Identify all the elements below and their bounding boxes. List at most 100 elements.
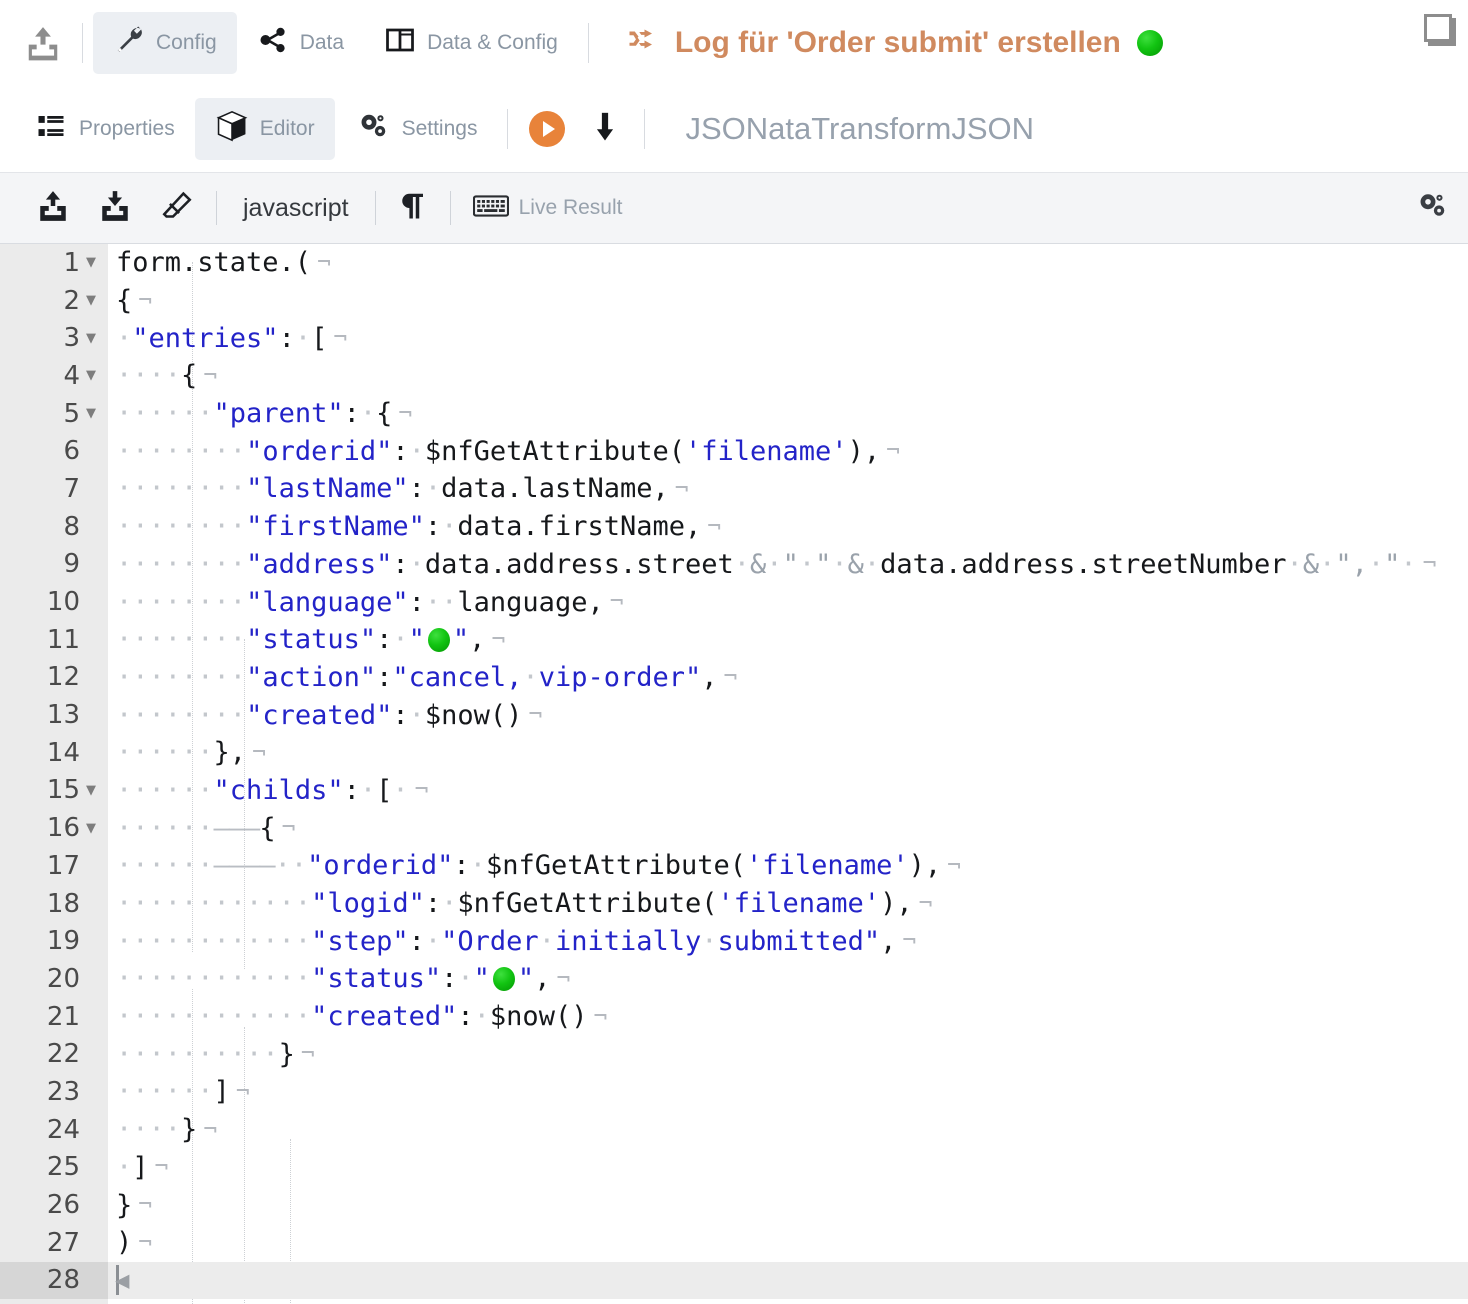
editor-toolbar-divider-2 [374,191,376,225]
live-result-toggle[interactable]: Live Result [459,182,637,234]
code-token-plain: ] [132,1151,149,1183]
fold-chevron-down-icon[interactable]: ▼ [80,332,102,345]
code-token-key: "language" [246,586,409,618]
import-file-button[interactable] [22,182,84,234]
code-line[interactable]: 15 ▼ ····· · "childs": ·[· ¬ [0,772,1468,810]
code-line[interactable]: 1 ▼ form.state.(¬ [0,244,1468,282]
code-token-ws: · [469,850,486,882]
code-line[interactable]: 12 ······· · "action": "cancel, · vip-order", ¬ [0,659,1468,697]
code-line[interactable]: 11 ······· · "status": · " ", ¬ [0,621,1468,659]
code-line[interactable]: 14 ····· ·}, ¬ [0,734,1468,772]
toggle-invisibles-button[interactable] [384,182,442,234]
sidebar-item-editor[interactable]: Editor [194,98,335,160]
code-lines[interactable]: 1 ▼ form.state.(¬ 2 ▼{¬ 3 ▼ · "entries": ·[¬ 4 ▼ ···… [0,244,1468,1304]
newline-mark-icon: ¬ [707,513,722,540]
code-line[interactable]: 22 ········· ·} ¬ [0,1035,1468,1073]
code-token-plain: { [116,285,133,317]
code-line[interactable]: 9 ······· · "address": · data.address.street ·… [0,546,1468,584]
editor-settings-button[interactable] [1414,190,1450,227]
code-line[interactable]: 16 ▼ ····· · ———{¬ [0,809,1468,847]
code-line[interactable]: 28 ◀ [0,1261,1468,1300]
code-line[interactable]: 18 ··········· · "logid": · $nfGetAttribute('… [0,885,1468,923]
line-number: 11 [46,624,80,655]
code-line[interactable]: 4 ▼ ··· ·{¬ [0,357,1468,395]
code-token-plain: : [376,661,393,693]
code-token-plain: { [259,812,276,844]
sidebar-item-settings[interactable]: Settings [335,98,498,160]
code-token-ws: · [229,586,247,618]
fold-chevron-down-icon[interactable]: ▼ [80,407,102,420]
code-token-plain: : [408,925,425,957]
fold-chevron-down-icon[interactable]: ▼ [80,294,102,307]
code-line[interactable]: 20 ··········· · "status": · " ", ¬ [0,960,1468,998]
code-line-text: ····· ·}, ¬ [108,734,1468,772]
code-line[interactable]: 23 ····· ·] ¬ [0,1073,1468,1111]
code-line[interactable]: 7 ······· · "lastName": · data.lastName, ¬ [0,470,1468,508]
code-line-text: ··········· · "status": · " ", ¬ [108,960,1468,998]
upload-icon[interactable] [14,12,72,74]
clear-editor-button[interactable] [146,182,208,234]
fold-chevron-down-icon[interactable]: ▼ [80,256,102,269]
code-line-text: ····· · "childs": ·[· ¬ [108,772,1468,810]
code-line[interactable]: 13 ······· · "created": · $now() ¬ [0,696,1468,734]
fold-chevron-down-icon[interactable]: ▼ [80,784,102,797]
code-line[interactable]: 10 ······· · "language": ·· language, ¬ [0,583,1468,621]
code-token-ws: · [408,548,425,580]
code-line-text: ··· ·} ¬ [108,1111,1468,1149]
code-line[interactable]: 26} ¬ [0,1186,1468,1224]
code-token-plain: [ [311,322,328,354]
line-number: 13 [46,700,80,731]
code-token-key: "childs" [213,774,344,806]
newline-mark-icon: ¬ [398,400,413,427]
line-number: 6 [63,436,80,467]
code-token-ws: ··· [116,1114,165,1146]
tab-data[interactable]: Data [237,12,364,74]
code-line-text: ······· · "created": · $now() ¬ [108,696,1468,734]
code-line[interactable]: 2 ▼{¬ [0,282,1468,320]
restore-window-icon[interactable] [1424,14,1458,48]
page-title-text: Log für 'Order submit' erstellen [674,26,1121,59]
tab-data-config[interactable]: Data & Config [364,12,578,74]
code-line[interactable]: 19 ··········· · "step": · "Order · initially · s… [0,922,1468,960]
export-file-button[interactable] [84,182,146,234]
code-line[interactable]: 3 ▼ · "entries": ·[¬ [0,319,1468,357]
newline-mark-icon: ¬ [528,702,543,729]
run-button[interactable] [518,98,576,160]
code-token-plain: : [441,963,458,995]
cube-icon [215,109,249,149]
code-token-plain: : [343,398,360,430]
sidebar-item-properties[interactable]: Properties [14,98,195,160]
code-token-plain: : [278,322,295,354]
code-editor[interactable]: 1 ▼ form.state.(¬ 2 ▼{¬ 3 ▼ · "entries": ·[¬ 4 ▼ ···… [0,244,1468,1304]
code-line[interactable]: 6 ······· · "orderid": · $nfGetAttribute('fil… [0,432,1468,470]
subbar-divider-2 [644,109,646,149]
language-selector[interactable]: javascript [225,182,367,234]
toolbar-divider [82,23,83,63]
code-token-plain: ), [880,888,913,920]
code-token-str: "cancel, [392,661,523,693]
code-line[interactable]: 25 ·] ¬ [0,1149,1468,1187]
fold-chevron-down-icon[interactable]: ▼ [80,369,102,382]
code-line[interactable]: 8 ······· · "firstName": · data.firstName, ¬ [0,508,1468,546]
line-number: 7 [63,473,80,504]
code-token-ws: · [733,548,751,580]
keyboard-icon [472,193,509,224]
newline-mark-icon: ¬ [674,475,689,502]
tab-config[interactable]: Config [93,12,237,74]
fold-chevron-down-icon[interactable]: ▼ [80,822,102,835]
code-line[interactable]: 24 ··· ·} ¬ [0,1111,1468,1149]
code-line-text: ····· · ———{¬ [108,809,1468,847]
code-line-text: ······· · "address": · data.address.street · &… [108,546,1468,584]
code-line-text: ······· · "firstName": · data.firstName, ¬ [108,508,1468,546]
code-line[interactable]: 5 ▼ ····· · "parent": ·{¬ [0,395,1468,433]
code-token-ws: ······· [116,548,230,580]
code-line[interactable]: 27) ¬ [0,1224,1468,1262]
code-token-ws: · [197,850,214,882]
code-token-ws: · [392,774,409,806]
download-button[interactable] [576,98,634,160]
line-number: 16 ▼ [0,809,108,847]
sidebar-item-properties-label: Properties [79,117,175,140]
code-line[interactable]: 21 ··········· · "created": · $now() ¬ [0,998,1468,1036]
code-token-tab: ———— [213,850,276,882]
code-line[interactable]: 17 ····· · ———— · · "orderid": · $nfGetAttribute… [0,847,1468,885]
